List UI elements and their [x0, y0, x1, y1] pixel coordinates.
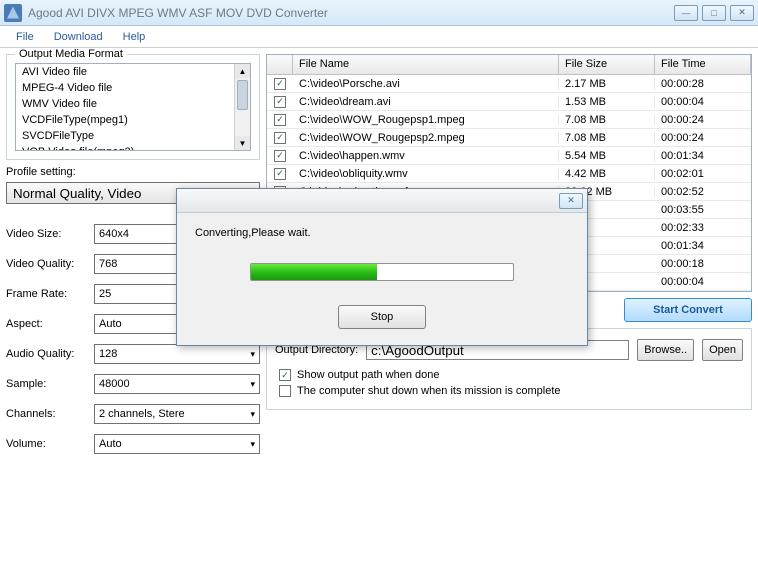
aspect-value: Auto	[99, 318, 122, 330]
menu-file[interactable]: File	[6, 28, 44, 46]
open-button[interactable]: Open	[702, 339, 743, 361]
cell-filetime: 00:00:04	[655, 96, 751, 108]
profile-value: Normal Quality, Video	[13, 186, 141, 201]
cell-filetime: 00:00:18	[655, 258, 751, 270]
col-filetime[interactable]: File Time	[655, 55, 751, 74]
scroll-down-icon[interactable]: ▼	[235, 136, 250, 150]
cell-filesize: 4.42 MB	[559, 168, 655, 180]
minimize-button[interactable]: —	[674, 5, 698, 21]
shutdown-checkbox[interactable]	[279, 385, 291, 397]
cell-filesize: 2.17 MB	[559, 78, 655, 90]
cell-filename: C:\video\happen.wmv	[293, 150, 559, 162]
shutdown-label: The computer shut down when its mission …	[297, 385, 561, 397]
row-checkbox[interactable]: ✓	[274, 78, 286, 90]
volume-label: Volume:	[6, 438, 88, 450]
scroll-thumb[interactable]	[237, 80, 248, 110]
scroll-up-icon[interactable]: ▲	[235, 64, 250, 78]
table-row[interactable]: ✓ C:\video\Porsche.avi2.17 MB00:00:28	[267, 75, 751, 93]
row-checkbox[interactable]: ✓	[274, 168, 286, 180]
converting-dialog: ✕ Converting,Please wait. Stop	[176, 188, 588, 346]
sample-value: 48000	[99, 378, 130, 390]
row-checkbox[interactable]: ✓	[274, 96, 286, 108]
maximize-button[interactable]: □	[702, 5, 726, 21]
menu-download[interactable]: Download	[44, 28, 113, 46]
cell-filetime: 00:00:28	[655, 78, 751, 90]
cell-filetime: 00:02:33	[655, 222, 751, 234]
col-filesize[interactable]: File Size	[559, 55, 655, 74]
menu-bar: File Download Help	[0, 26, 758, 48]
format-scrollbar[interactable]: ▲ ▼	[234, 64, 250, 150]
format-item[interactable]: VCDFileType(mpeg1)	[16, 112, 250, 128]
row-checkbox[interactable]: ✓	[274, 114, 286, 126]
row-checkbox[interactable]: ✓	[274, 132, 286, 144]
cell-filename: C:\video\WOW_Rougepsp2.mpeg	[293, 132, 559, 144]
format-item[interactable]: VOB Video file(mpeg2)	[16, 144, 250, 151]
window-title: Agood AVI DIVX MPEG WMV ASF MOV DVD Conv…	[28, 6, 674, 20]
stop-button[interactable]: Stop	[338, 305, 426, 329]
volume-dropdown[interactable]: Auto	[94, 434, 260, 454]
aspect-label: Aspect:	[6, 318, 88, 330]
close-button[interactable]: ✕	[730, 5, 754, 21]
cell-filename: C:\video\WOW_Rougepsp1.mpeg	[293, 114, 559, 126]
channels-label: Channels:	[6, 408, 88, 420]
cell-filetime: 00:01:34	[655, 240, 751, 252]
format-item[interactable]: SVCDFileType	[16, 128, 250, 144]
cell-filetime: 00:03:55	[655, 204, 751, 216]
menu-help[interactable]: Help	[113, 28, 156, 46]
table-row[interactable]: ✓ C:\video\WOW_Rougepsp2.mpeg7.08 MB00:00…	[267, 129, 751, 147]
frame-rate-value: 25	[99, 288, 111, 300]
format-item[interactable]: WMV Video file	[16, 96, 250, 112]
table-row[interactable]: ✓ C:\video\happen.wmv5.54 MB00:01:34	[267, 147, 751, 165]
format-item[interactable]: AVI Video file	[16, 64, 250, 80]
col-check	[267, 55, 293, 74]
table-row[interactable]: ✓ C:\video\WOW_Rougepsp1.mpeg7.08 MB00:00…	[267, 111, 751, 129]
format-listbox[interactable]: AVI Video fileMPEG-4 Video fileWMV Video…	[15, 63, 251, 151]
cell-filetime: 00:02:52	[655, 186, 751, 198]
sample-label: Sample:	[6, 378, 88, 390]
output-format-group: Output Media Format AVI Video fileMPEG-4…	[6, 54, 260, 160]
window-titlebar: Agood AVI DIVX MPEG WMV ASF MOV DVD Conv…	[0, 0, 758, 26]
output-format-title: Output Media Format	[15, 48, 127, 60]
video-quality-value: 768	[99, 258, 117, 270]
channels-dropdown[interactable]: 2 channels, Stere	[94, 404, 260, 424]
progress-fill	[251, 264, 377, 280]
cell-filetime: 00:02:01	[655, 168, 751, 180]
start-convert-button[interactable]: Start Convert	[624, 298, 752, 322]
video-size-value: 640x4	[99, 228, 129, 240]
format-item[interactable]: MPEG-4 Video file	[16, 80, 250, 96]
cell-filetime: 00:00:24	[655, 132, 751, 144]
cell-filetime: 00:00:24	[655, 114, 751, 126]
row-checkbox[interactable]: ✓	[274, 150, 286, 162]
show-output-checkbox[interactable]: ✓	[279, 369, 291, 381]
table-row[interactable]: ✓ C:\video\dream.avi1.53 MB00:00:04	[267, 93, 751, 111]
audio-quality-label: Audio Quality:	[6, 348, 88, 360]
frame-rate-label: Frame Rate:	[6, 288, 88, 300]
dialog-close-button[interactable]: ✕	[559, 193, 583, 209]
volume-value: Auto	[99, 438, 122, 450]
app-icon	[4, 4, 22, 22]
dialog-message: Converting,Please wait.	[195, 227, 569, 239]
progress-bar	[250, 263, 514, 281]
cell-filesize: 7.08 MB	[559, 132, 655, 144]
cell-filename: C:\video\Porsche.avi	[293, 78, 559, 90]
audio-quality-dropdown[interactable]: 128	[94, 344, 260, 364]
cell-filesize: 1.53 MB	[559, 96, 655, 108]
browse-button[interactable]: Browse..	[637, 339, 694, 361]
channels-value: 2 channels, Stere	[99, 408, 185, 420]
cell-filesize: 7.08 MB	[559, 114, 655, 126]
table-row[interactable]: ✓ C:\video\obliquity.wmv4.42 MB00:02:01	[267, 165, 751, 183]
cell-filename: C:\video\dream.avi	[293, 96, 559, 108]
show-output-label: Show output path when done	[297, 369, 440, 381]
profile-label: Profile setting:	[6, 166, 260, 178]
video-size-label: Video Size:	[6, 228, 88, 240]
sample-dropdown[interactable]: 48000	[94, 374, 260, 394]
cell-filetime: 00:01:34	[655, 150, 751, 162]
video-quality-label: Video Quality:	[6, 258, 88, 270]
col-filename[interactable]: File Name	[293, 55, 559, 74]
cell-filetime: 00:00:04	[655, 276, 751, 288]
cell-filename: C:\video\obliquity.wmv	[293, 168, 559, 180]
audio-quality-value: 128	[99, 348, 117, 360]
cell-filesize: 5.54 MB	[559, 150, 655, 162]
